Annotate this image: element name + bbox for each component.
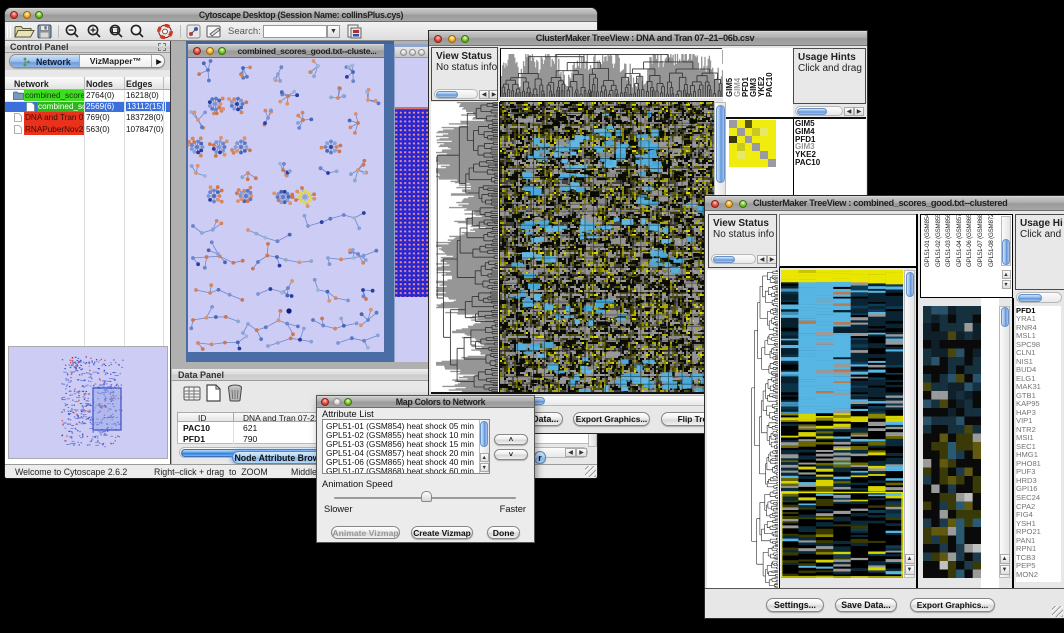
svg-text:1:1: 1:1 [111,28,119,34]
